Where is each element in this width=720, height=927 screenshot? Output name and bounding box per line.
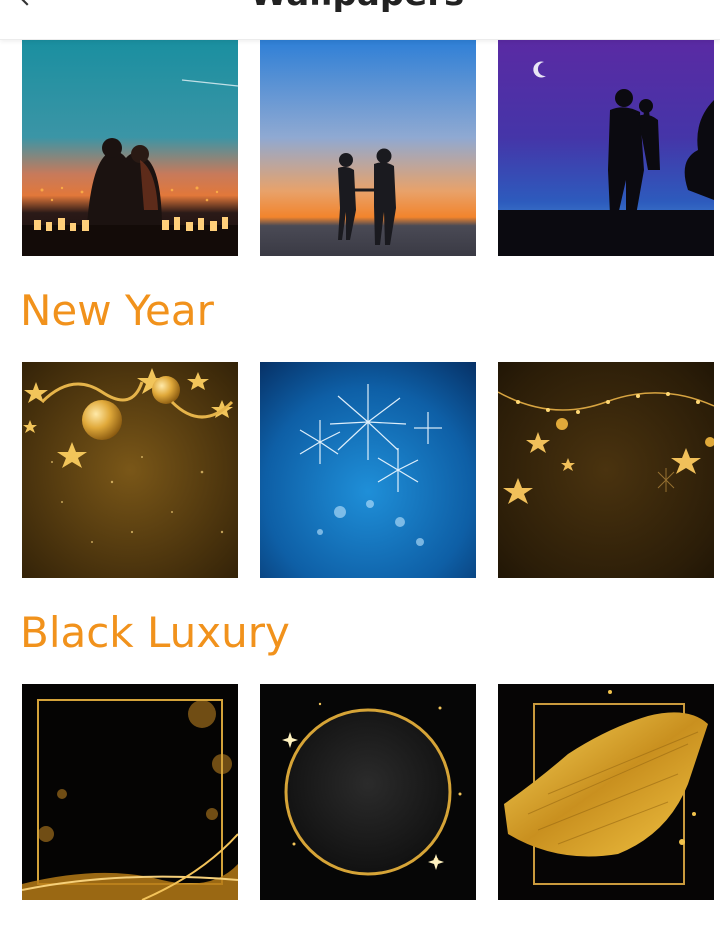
section-heading-new-year: New Year — [20, 286, 214, 335]
wallpaper-gold-brush-stroke[interactable] — [498, 684, 714, 900]
page-title: Wallpapers — [250, 0, 464, 14]
wallpaper-black-gold-circle-frame[interactable] — [260, 684, 476, 900]
wallpaper-gold-string-lights[interactable] — [498, 362, 714, 578]
wallpaper-blue-fireworks[interactable] — [260, 362, 476, 578]
section-heading-black-luxury: Black Luxury — [20, 608, 290, 657]
back-arrow-icon[interactable] — [14, 0, 40, 10]
wallpaper-couple-sunset-city[interactable] — [22, 40, 238, 256]
wallpaper-black-gold-square-frame[interactable] — [22, 684, 238, 900]
wallpaper-couple-holding-hands[interactable] — [260, 40, 476, 256]
wallpaper-gold-ornaments[interactable] — [22, 362, 238, 578]
top-app-bar: Wallpapers — [0, 0, 720, 40]
wallpaper-couple-purple-night[interactable] — [498, 40, 714, 256]
